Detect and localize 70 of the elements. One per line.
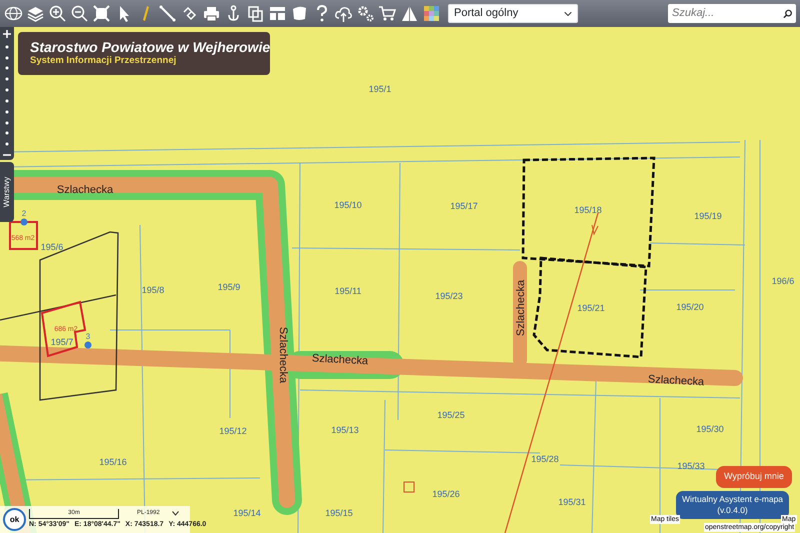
zoom-level-dot[interactable] <box>5 66 9 70</box>
try-me-button[interactable]: Wypróbuj mnie <box>716 466 792 488</box>
zoom-level-dot[interactable] <box>5 77 9 82</box>
search-field[interactable]: Szukaj... <box>668 4 796 23</box>
cloud-upload-icon[interactable] <box>334 4 353 23</box>
parcel-number: 195/23 <box>435 291 463 301</box>
zoom-in-icon[interactable] <box>48 4 67 23</box>
parcel-number: 196/6 <box>772 276 794 286</box>
zoom-level-dot[interactable] <box>5 120 9 124</box>
parcel-number: 195/13 <box>331 425 359 435</box>
layout-icon[interactable] <box>268 4 287 23</box>
layers-tab[interactable]: Warstwy <box>0 162 14 222</box>
street-name: Szlachecka <box>56 184 114 196</box>
zoom-level-dot[interactable] <box>5 131 9 136</box>
zoom-level-dot[interactable] <box>5 110 9 114</box>
zoom-out-icon[interactable] <box>3 152 11 157</box>
ok-button[interactable]: ok <box>3 508 26 531</box>
zoom-level-dot[interactable] <box>5 56 9 60</box>
parcel-number: 195/15 <box>325 508 353 518</box>
zoom-in-icon[interactable] <box>3 30 11 38</box>
copy-icon[interactable] <box>246 4 265 23</box>
parcel-number: 195/1 <box>368 84 392 94</box>
portal-select[interactable]: Portal ogólny <box>448 4 578 23</box>
parcel-number: 195/11 <box>334 286 362 296</box>
parcel-number: 195/7 <box>50 337 74 347</box>
building-outline <box>40 300 86 358</box>
full-extent-icon[interactable] <box>92 4 111 23</box>
parcel-number: 195/6 <box>40 242 64 252</box>
chevron-down-icon[interactable] <box>172 511 179 516</box>
street-name: Szlachecka <box>648 373 704 388</box>
layers-icon[interactable] <box>26 4 45 23</box>
parcel-number: 195/33 <box>677 461 705 471</box>
gears-icon[interactable] <box>356 4 375 23</box>
parcel-number: 195/30 <box>696 424 724 434</box>
triangle-icon[interactable] <box>400 4 419 23</box>
header-subtitle: System Informacji Przestrzennej <box>30 55 178 68</box>
parcel-number: 195/20 <box>676 302 704 312</box>
parcel-number: 195/19 <box>694 211 722 221</box>
globe-icon[interactable] <box>4 4 23 23</box>
parcel-number: 195/16 <box>99 457 127 467</box>
ruler-line-icon[interactable] <box>158 4 177 23</box>
parcel-number: 195/18 <box>574 205 602 215</box>
search-icon[interactable] <box>782 8 792 18</box>
zoom-out-icon[interactable] <box>70 4 89 23</box>
parcel-number: 195/17 <box>450 201 478 211</box>
street-name: Szlachecka <box>514 280 527 336</box>
parcel-number: 195/28 <box>531 454 559 464</box>
shape-icon[interactable] <box>290 4 309 23</box>
street-name: Szlachecka <box>277 326 290 384</box>
parcel-number: 195/9 <box>218 282 240 292</box>
cart-icon[interactable] <box>378 4 397 23</box>
parcel-number: 195/25 <box>437 410 465 420</box>
zoom-level-dot[interactable] <box>5 142 9 146</box>
color-grid-icon[interactable] <box>422 4 441 23</box>
building-outline <box>9 221 38 250</box>
parcel-number: 195/14 <box>233 508 261 518</box>
parcel-number: 195/8 <box>142 285 164 295</box>
zoom-level-dot[interactable] <box>5 88 9 92</box>
search-input[interactable]: Szukaj... <box>672 5 783 22</box>
parcel-number: 195/10 <box>334 200 362 210</box>
header-title: Starostwo Powiatowe w Wejherowie <box>30 40 270 56</box>
building-outline <box>404 482 414 492</box>
parcel-number: 195/26 <box>432 489 460 499</box>
parcel-number: 195/21 <box>577 303 605 313</box>
zoom-level-dot[interactable] <box>5 98 9 103</box>
street-name: Szlachecka <box>312 352 368 368</box>
parcel-number: 195/12 <box>219 426 247 436</box>
zoom-level-dot[interactable] <box>5 44 9 49</box>
parcel-number: 195/31 <box>558 497 586 507</box>
printer-icon[interactable] <box>202 4 221 23</box>
